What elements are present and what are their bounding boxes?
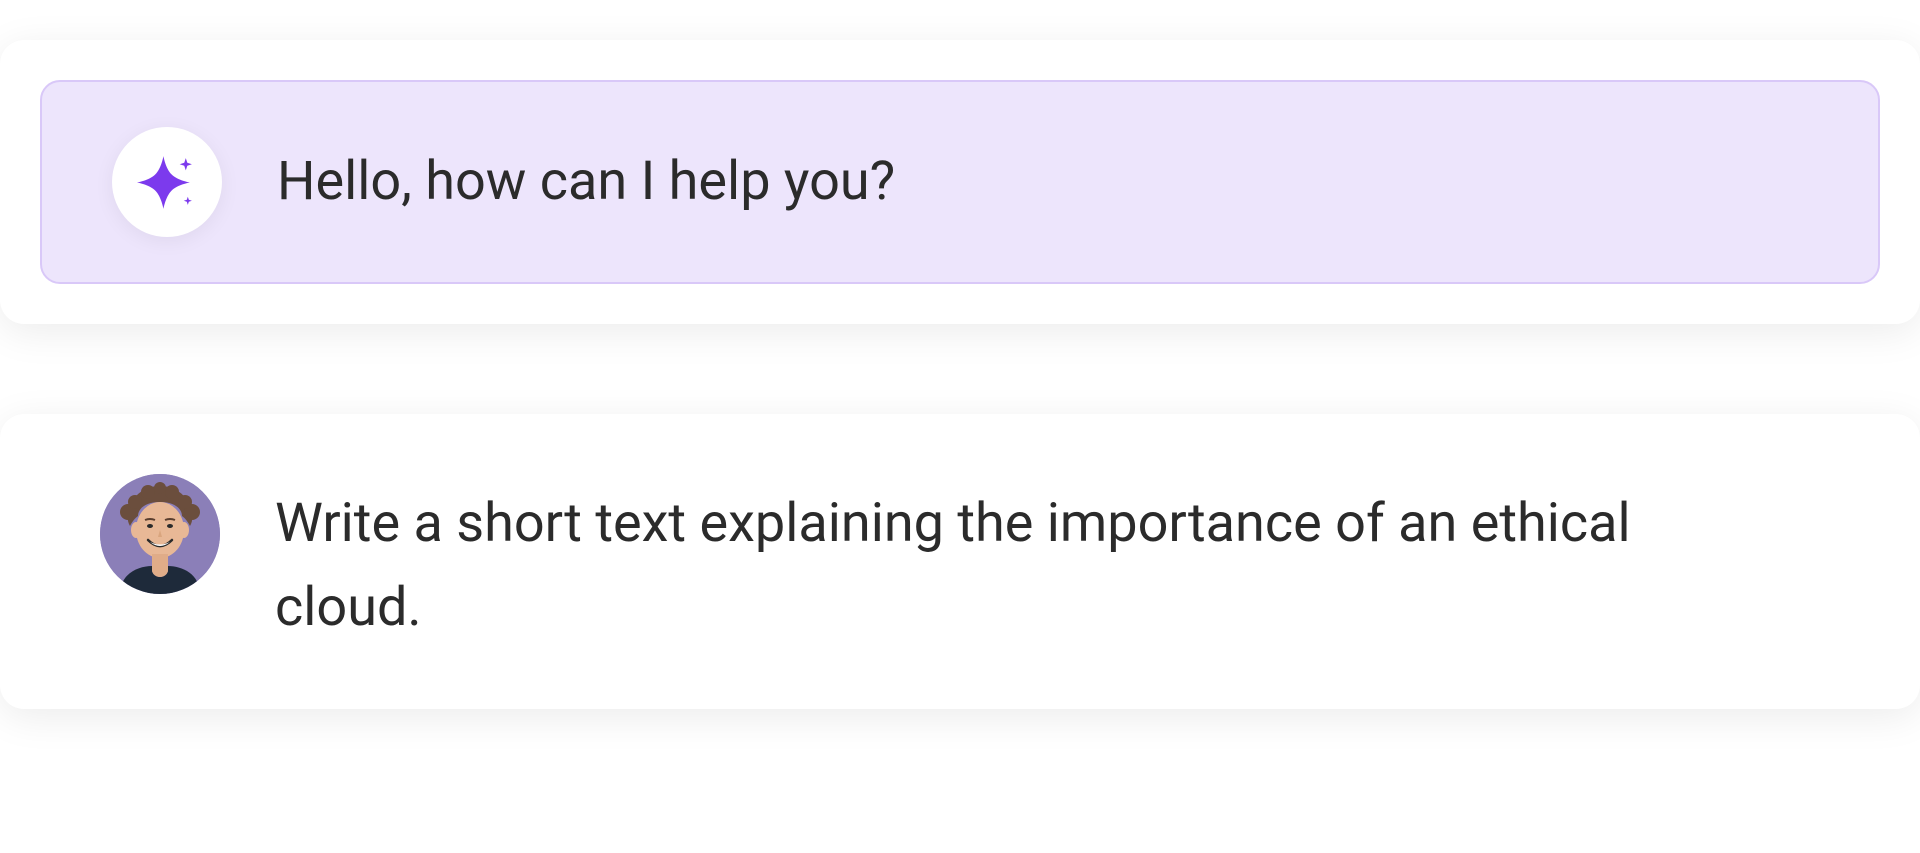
- ai-message-card: Hello, how can I help you?: [0, 40, 1920, 324]
- sparkle-icon: [135, 150, 200, 215]
- avatar-person-icon: [100, 474, 220, 594]
- ai-message-text: Hello, how can I help you?: [277, 147, 895, 217]
- user-avatar: [100, 474, 220, 594]
- ai-message-block: Hello, how can I help you?: [40, 80, 1880, 284]
- chat-container: Hello, how can I help you?: [0, 0, 1920, 749]
- user-message-card: Write a short text explaining the import…: [0, 414, 1920, 709]
- user-message-text: Write a short text explaining the import…: [275, 474, 1705, 649]
- ai-icon-wrapper: [112, 127, 222, 237]
